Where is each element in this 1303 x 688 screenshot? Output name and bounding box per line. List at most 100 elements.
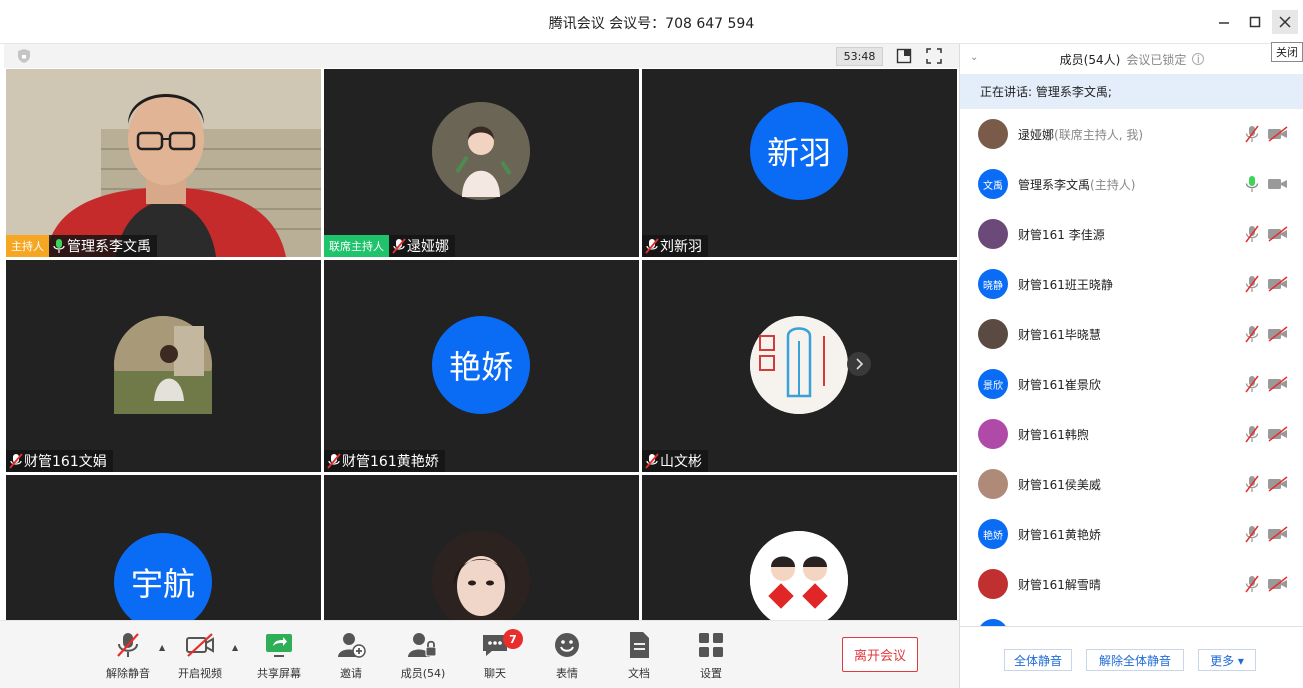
participant-avatar: 艳娇 bbox=[432, 316, 530, 414]
leave-meeting-button[interactable]: 离开会议 bbox=[842, 637, 918, 672]
mic-muted-icon[interactable] bbox=[1244, 575, 1260, 593]
member-row[interactable]: 财管161侯美威 bbox=[960, 459, 1303, 509]
member-avatar bbox=[978, 219, 1008, 249]
camera-off-icon[interactable] bbox=[1267, 476, 1289, 492]
avatar-illustration bbox=[750, 316, 848, 414]
member-row[interactable]: 晓静 财管161班王晓静 bbox=[960, 259, 1303, 309]
member-avatar bbox=[978, 619, 1008, 626]
member-name: 管理系李文禹(主持人) bbox=[1018, 176, 1135, 193]
host-badge: 主持人 bbox=[6, 235, 49, 257]
invite-button[interactable]: 邀请 bbox=[319, 631, 383, 681]
mic-muted-icon[interactable] bbox=[1244, 225, 1260, 243]
shield-icon[interactable] bbox=[16, 48, 32, 64]
share-screen-button[interactable]: 共享屏幕 bbox=[247, 631, 311, 681]
member-avatar bbox=[978, 319, 1008, 349]
member-avatar: 晓静 bbox=[978, 269, 1008, 299]
start-video-button[interactable]: 开启视频 bbox=[168, 631, 232, 681]
member-avatar bbox=[978, 119, 1008, 149]
mic-muted-icon[interactable] bbox=[1244, 425, 1260, 443]
mute-all-button[interactable]: 全体静音 bbox=[1004, 649, 1072, 671]
mic-on-icon[interactable] bbox=[1244, 175, 1260, 193]
video-area: 53:48 主持人 管理系李文禹 联席主持人 逯娅娜 新羽 刘新羽 财管161文… bbox=[4, 44, 959, 620]
member-row[interactable]: 财管161毕晓慧 bbox=[960, 309, 1303, 359]
video-tile-participant[interactable]: 财管161文娟 bbox=[6, 260, 321, 472]
member-row[interactable]: 财管161解雪晴 bbox=[960, 559, 1303, 609]
member-row[interactable]: 财管161 李佳源 bbox=[960, 209, 1303, 259]
camera-on-icon[interactable] bbox=[1267, 176, 1289, 192]
tile-nameplate: 财管161黄艳娇 bbox=[324, 450, 445, 472]
member-row-partial[interactable] bbox=[960, 609, 1303, 626]
unmute-all-button[interactable]: 解除全体静音 bbox=[1086, 649, 1184, 671]
info-icon[interactable]: i bbox=[1192, 53, 1205, 66]
next-page-arrow[interactable] bbox=[847, 352, 871, 376]
minimize-button[interactable] bbox=[1211, 10, 1237, 34]
mic-muted-icon[interactable] bbox=[1244, 275, 1260, 293]
video-tile-host[interactable]: 主持人 管理系李文禹 bbox=[6, 69, 321, 257]
camera-off-icon[interactable] bbox=[1267, 276, 1289, 292]
more-options-button[interactable]: 更多 ▾ bbox=[1198, 649, 1256, 671]
tile-nameplate: 联席主持人 逯娅娜 bbox=[324, 235, 455, 257]
chat-unread-badge: 7 bbox=[503, 629, 523, 649]
meeting-locked-label: 会议已锁定 bbox=[1126, 52, 1187, 67]
camera-off-icon[interactable] bbox=[1267, 426, 1289, 442]
member-row[interactable]: 艳娇 财管161黄艳娇 bbox=[960, 509, 1303, 559]
member-name: 财管161侯美威 bbox=[1018, 476, 1101, 493]
camera-off-icon[interactable] bbox=[1267, 376, 1289, 392]
tile-name: 财管161文娟 bbox=[24, 454, 107, 470]
video-tile-participant[interactable]: 宇航 bbox=[6, 475, 321, 620]
video-options-caret[interactable]: ▲ bbox=[232, 643, 238, 652]
mic-muted-icon[interactable] bbox=[1244, 325, 1260, 343]
reactions-button[interactable]: 表情 bbox=[535, 631, 599, 681]
member-avatar bbox=[978, 419, 1008, 449]
mic-muted-icon bbox=[645, 453, 659, 469]
video-tile-participant[interactable] bbox=[324, 475, 639, 620]
speaking-indicator: 正在讲话: 管理系李文禹; bbox=[960, 74, 1303, 109]
mic-muted-icon[interactable] bbox=[1244, 475, 1260, 493]
member-name: 财管161 李佳源 bbox=[1018, 226, 1105, 243]
avatar-photo bbox=[432, 531, 530, 620]
fullscreen-icon[interactable] bbox=[926, 48, 942, 64]
camera-off-icon[interactable] bbox=[1267, 326, 1289, 342]
video-tile-participant[interactable]: 艳娇 财管161黄艳娇 bbox=[324, 260, 639, 472]
avatar-illustration bbox=[432, 102, 530, 200]
camera-off-icon[interactable] bbox=[1267, 126, 1289, 142]
member-name-text: 管理系李文禹 bbox=[1018, 177, 1091, 192]
member-name-text: 财管161毕晓慧 bbox=[1018, 327, 1101, 342]
mic-muted-icon[interactable] bbox=[1244, 525, 1260, 543]
video-tile-cohost[interactable]: 联席主持人 逯娅娜 bbox=[324, 69, 639, 257]
meeting-window: 腾讯会议 会议号：708 647 594 关闭 53:48 主持人 管理系李文禹… bbox=[0, 0, 1303, 688]
camera-off-icon[interactable] bbox=[1267, 526, 1289, 542]
member-row[interactable]: 文禹 管理系李文禹(主持人) bbox=[960, 159, 1303, 209]
close-button[interactable] bbox=[1272, 10, 1298, 34]
close-tooltip: 关闭 bbox=[1271, 42, 1303, 62]
layout-icon[interactable] bbox=[896, 48, 912, 64]
tile-name: 山文彬 bbox=[660, 454, 702, 470]
members-count-title: 成员(54人) bbox=[1059, 52, 1121, 67]
documents-button[interactable]: 文档 bbox=[607, 631, 671, 681]
member-row[interactable]: 财管161韩煦 bbox=[960, 409, 1303, 459]
settings-button[interactable]: 设置 bbox=[679, 631, 743, 681]
unmute-button[interactable]: 解除静音 bbox=[96, 631, 160, 681]
mic-muted-icon[interactable] bbox=[1244, 125, 1260, 143]
member-name: 财管161崔景欣 bbox=[1018, 376, 1101, 393]
maximize-button[interactable] bbox=[1242, 10, 1268, 34]
member-role-text: (联席主持人, 我) bbox=[1054, 127, 1144, 142]
audio-options-caret[interactable]: ▲ bbox=[159, 643, 165, 652]
member-row[interactable]: 逯娅娜(联席主持人, 我) bbox=[960, 109, 1303, 159]
camera-off-icon[interactable] bbox=[1267, 576, 1289, 592]
video-tile-participant[interactable]: 新羽 刘新羽 bbox=[642, 69, 957, 257]
participant-avatar bbox=[432, 102, 530, 200]
member-role-text: (主持人) bbox=[1090, 177, 1136, 192]
mic-muted-icon[interactable] bbox=[1244, 375, 1260, 393]
member-avatar bbox=[978, 569, 1008, 599]
video-tile-participant[interactable] bbox=[642, 475, 957, 620]
camera-off-icon[interactable] bbox=[1267, 226, 1289, 242]
member-name-text: 财管161韩煦 bbox=[1018, 427, 1089, 442]
member-row[interactable]: 景欣 财管161崔景欣 bbox=[960, 359, 1303, 409]
members-button[interactable]: 成员(54) bbox=[391, 631, 455, 681]
member-name-text: 财管161班王晓静 bbox=[1018, 277, 1113, 292]
participant-avatar: 新羽 bbox=[750, 102, 848, 200]
members-panel-header: 成员(54人) 会议已锁定 i bbox=[960, 44, 1303, 74]
video-tile-participant[interactable]: 山文彬 bbox=[642, 260, 957, 472]
mic-on-icon bbox=[53, 239, 65, 253]
